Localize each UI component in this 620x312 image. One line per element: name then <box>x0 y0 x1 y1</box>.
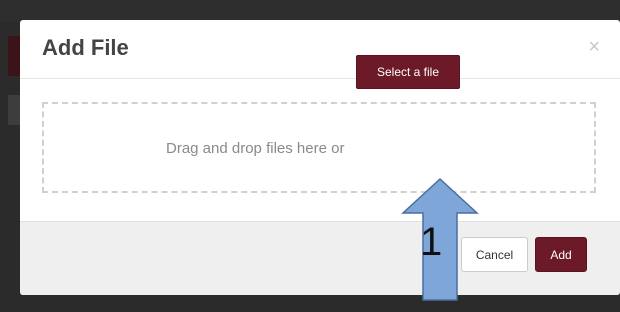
select-file-button[interactable]: Select a file <box>356 55 460 89</box>
dialog-footer <box>20 221 620 295</box>
dialog-body: Drag and drop files here or <box>20 79 620 221</box>
dialog-title: Add File <box>42 35 129 60</box>
dialog-header: Add File × <box>20 20 620 79</box>
background-topbar <box>0 0 620 22</box>
file-dropzone[interactable]: Drag and drop files here or <box>42 102 596 193</box>
close-icon[interactable]: × <box>588 37 600 57</box>
add-button[interactable]: Add <box>535 237 587 272</box>
add-file-dialog: Add File × Drag and drop files here or <box>20 20 620 295</box>
annotation-step-number: 1 <box>420 220 443 264</box>
dropzone-text: Drag and drop files here or <box>166 140 345 157</box>
